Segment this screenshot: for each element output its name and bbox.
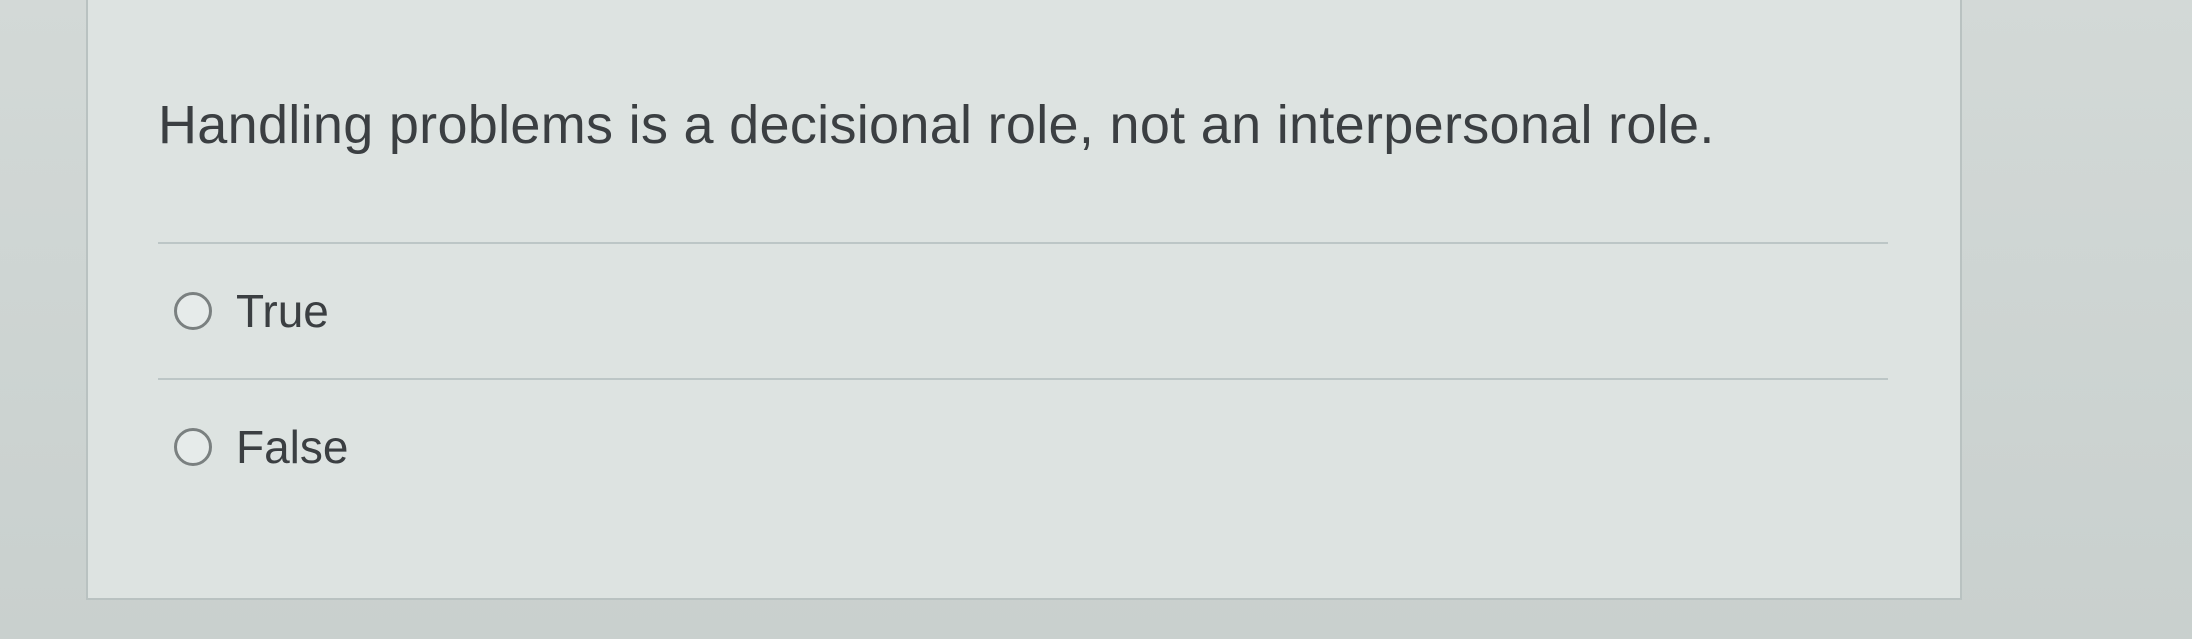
radio-button-true[interactable] xyxy=(174,292,212,330)
option-false[interactable]: False xyxy=(174,420,348,474)
question-card: Handling problems is a decisional role, … xyxy=(86,0,1962,600)
option-false-label: False xyxy=(236,421,349,473)
question-text: Handling problems is a decisional role, … xyxy=(158,95,1715,155)
radio-button-false[interactable] xyxy=(174,428,212,466)
divider xyxy=(158,242,1888,244)
option-true[interactable]: True xyxy=(174,284,329,338)
option-true-label: True xyxy=(236,285,329,337)
screen: Handling problems is a decisional role, … xyxy=(0,0,2192,639)
divider xyxy=(158,378,1888,380)
